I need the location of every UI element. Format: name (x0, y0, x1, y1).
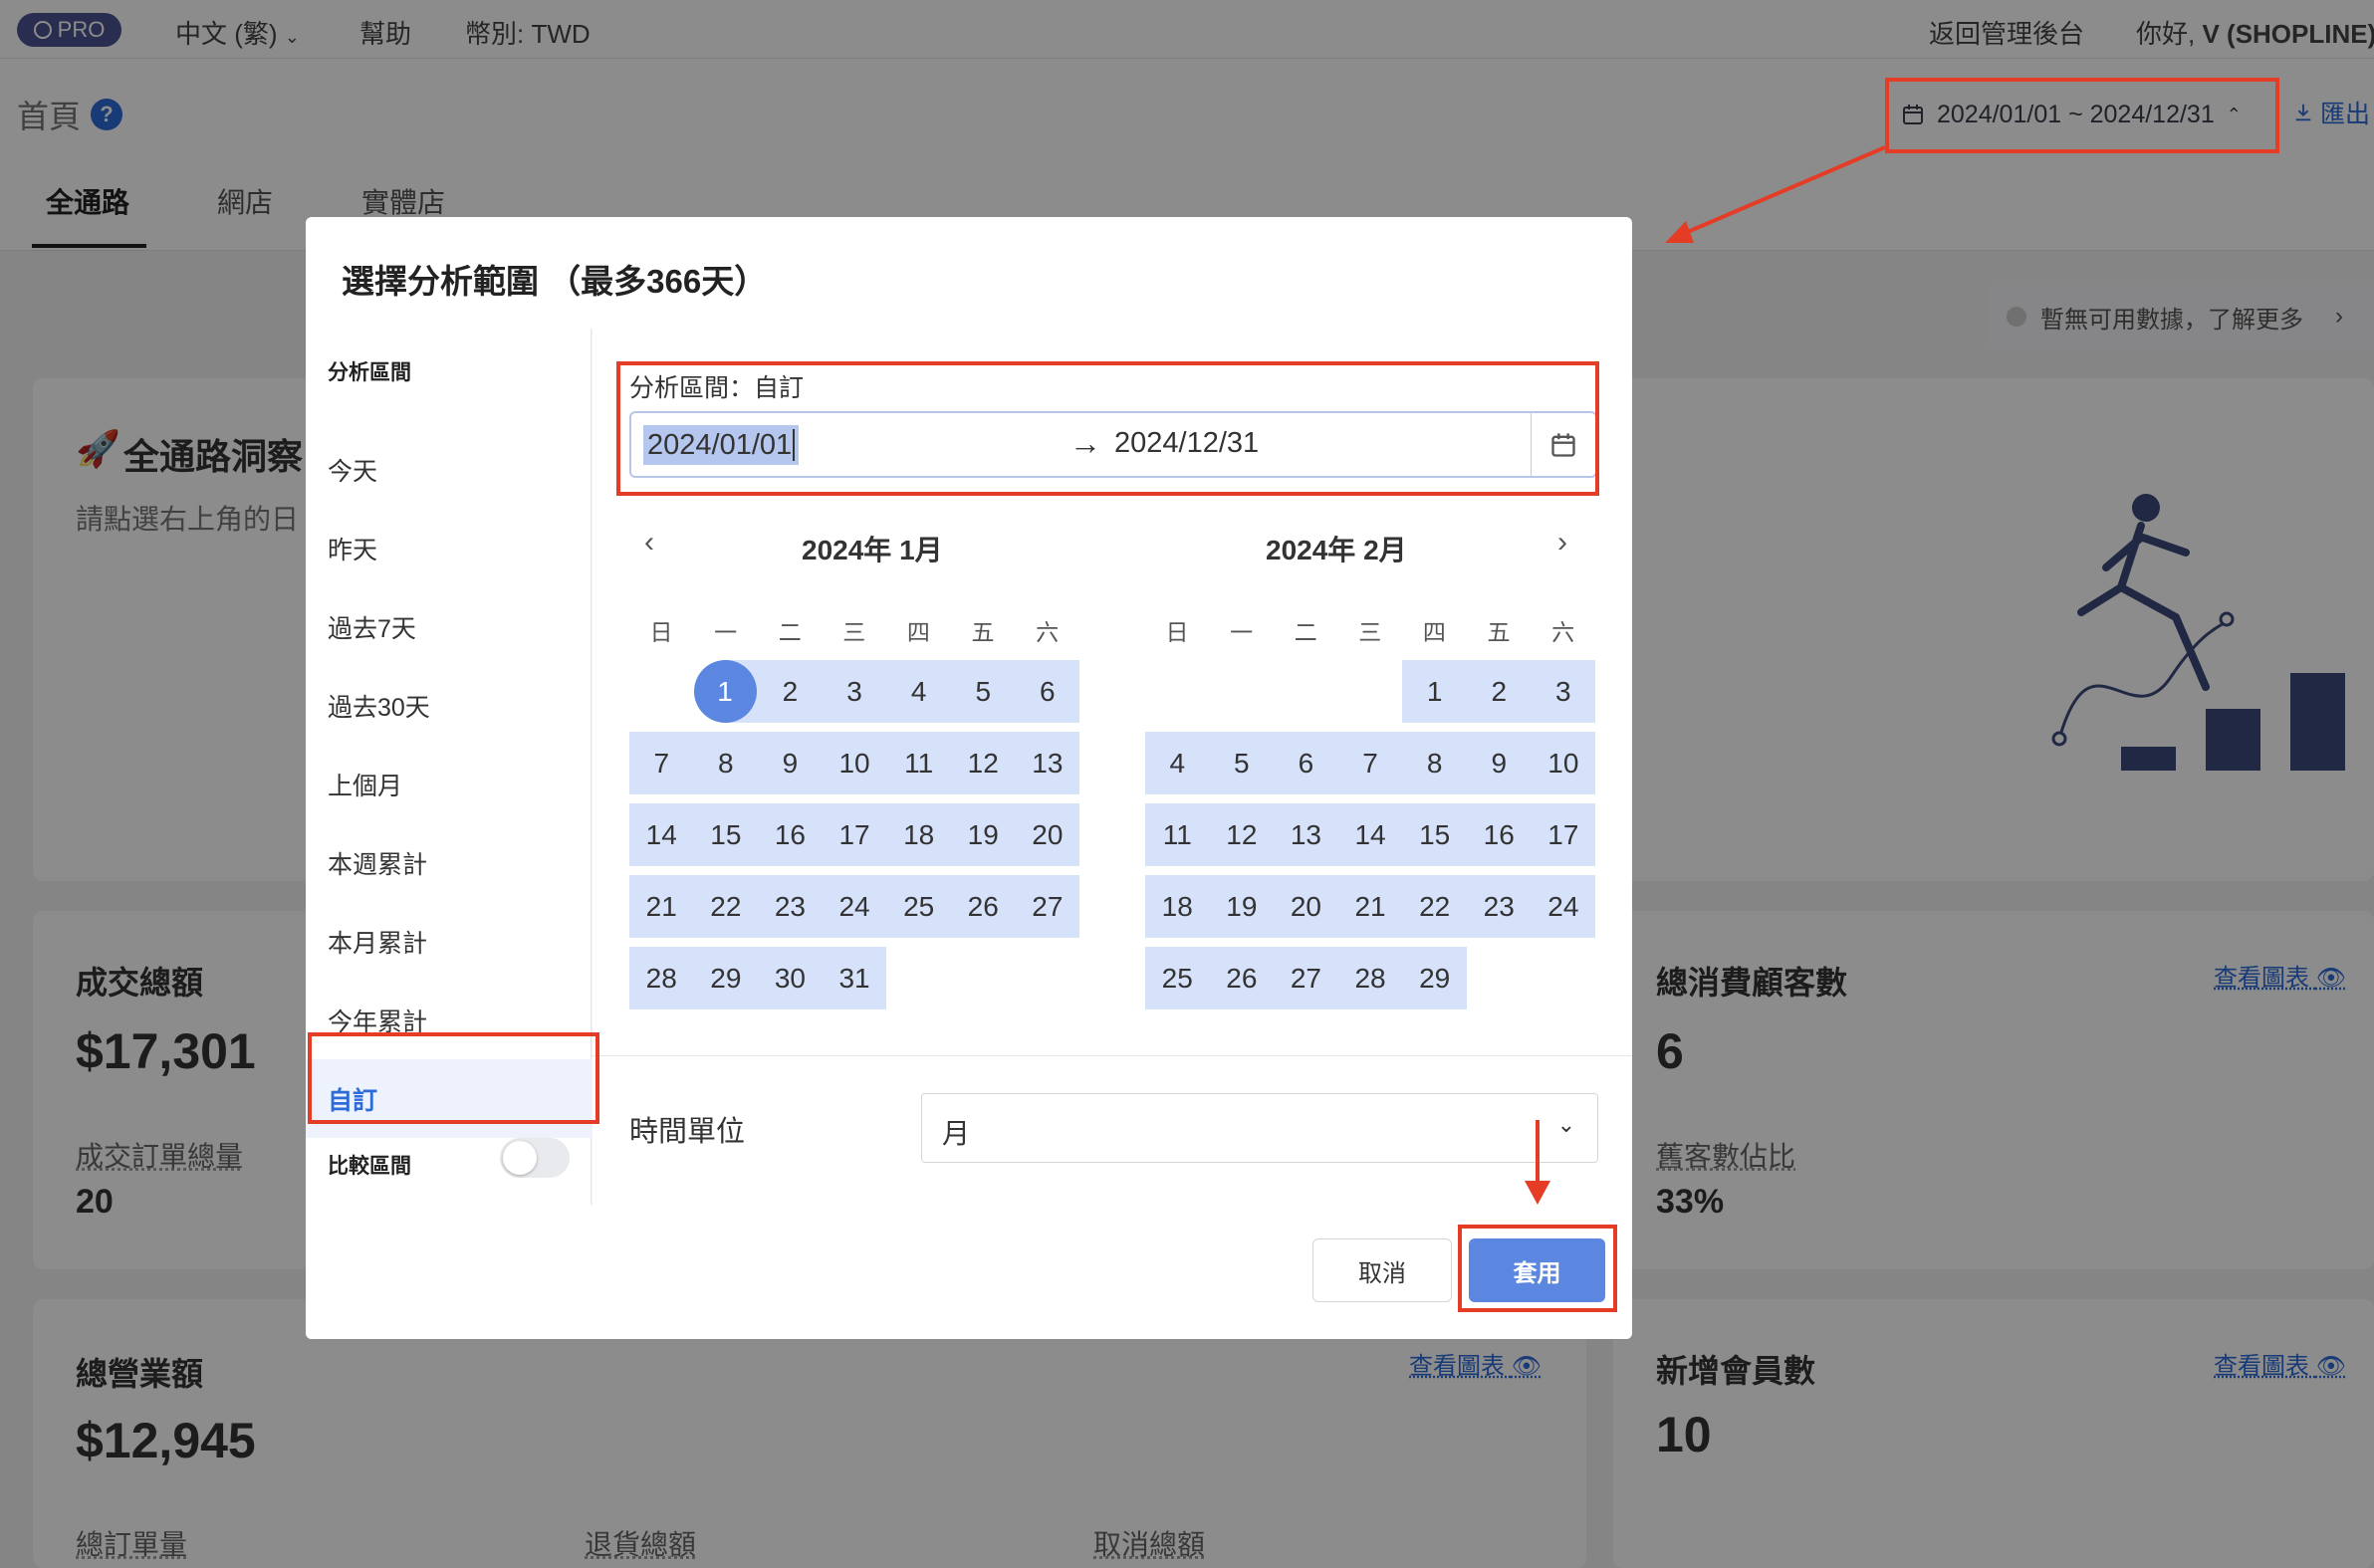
annotation-arrows (1525, 145, 1886, 1205)
